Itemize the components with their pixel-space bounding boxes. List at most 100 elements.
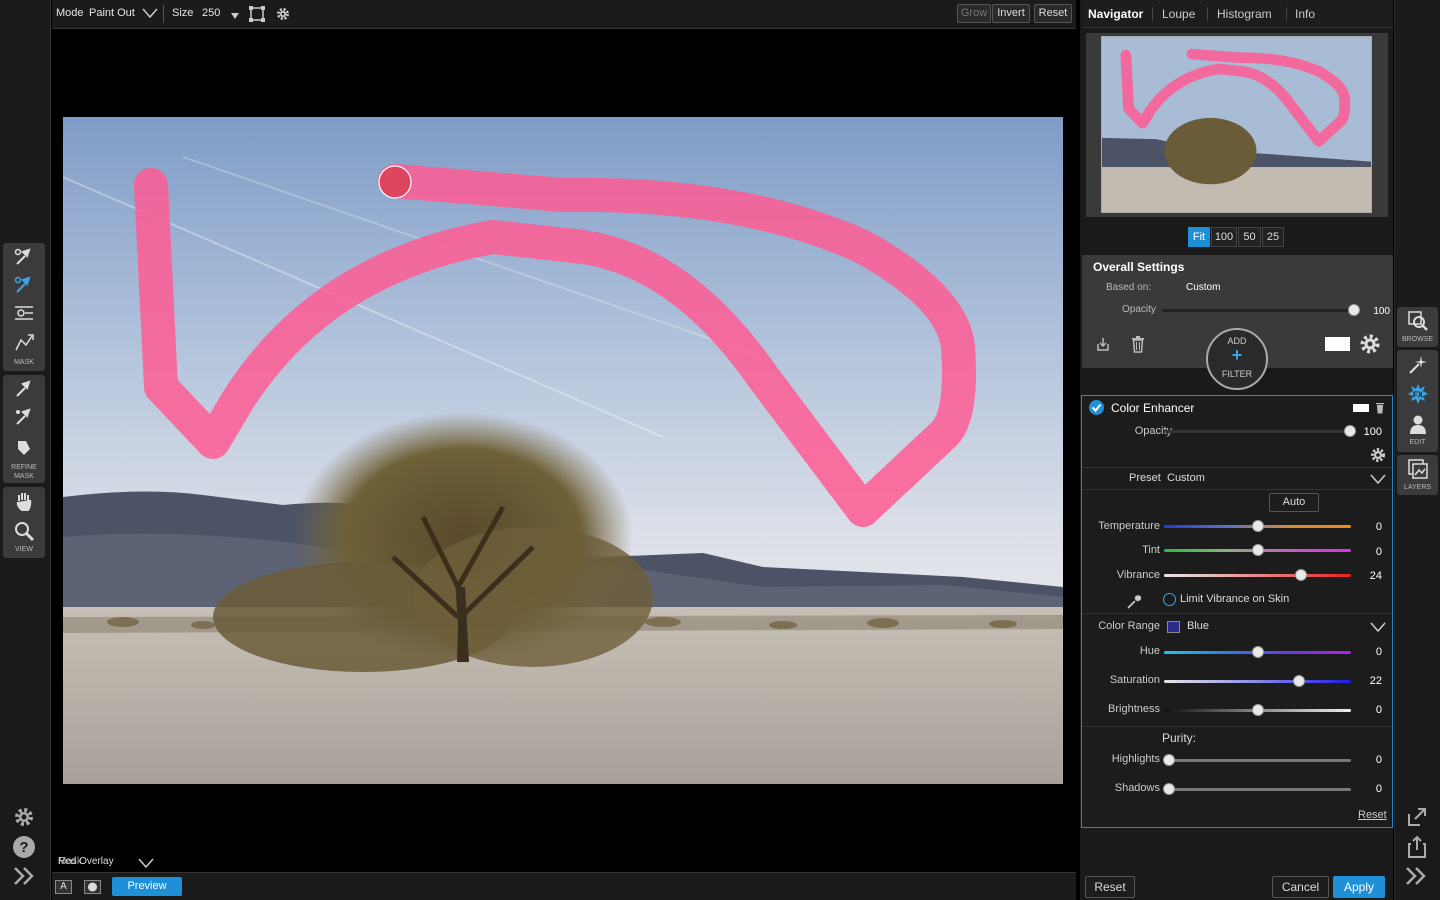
temperature-value: 0 [1375,521,1382,533]
develop-icon[interactable] [1397,352,1438,378]
brush-tool-icon[interactable] [3,243,45,271]
size-value[interactable]: 250 [202,7,220,19]
brush-settings-gear-icon[interactable] [276,7,290,24]
expand-panel-icon[interactable] [12,864,36,888]
photo-preview[interactable] [63,117,1063,784]
color-range-value[interactable]: Blue [1187,620,1209,632]
help-icon[interactable]: ? [12,835,36,859]
overall-settings-panel: Overall Settings Based on: Custom Opacit… [1082,255,1393,390]
portrait-icon[interactable] [1397,411,1438,437]
temperature-label: Temperature [1098,520,1160,532]
refine-perfect-brush-icon[interactable] [3,403,45,431]
brightness-label: Brightness [1108,703,1160,715]
open-external-icon[interactable] [1406,806,1428,828]
zoom-tool-icon[interactable] [3,517,45,545]
before-after-toggle[interactable]: A [55,880,72,894]
tint-knob[interactable] [1252,544,1264,556]
plus-icon: + [1231,345,1243,365]
shadows-label: Shadows [1114,782,1160,794]
apply-button[interactable]: Apply [1333,876,1385,898]
edit-module[interactable]: FX EDIT [1397,350,1438,452]
save-preset-icon[interactable] [1095,336,1111,355]
auto-button[interactable]: Auto [1269,493,1319,512]
filter-settings-gear-icon[interactable] [1370,447,1386,466]
filter-trash-icon[interactable] [1375,402,1385,417]
share-icon[interactable] [1406,835,1428,859]
delete-trash-icon[interactable] [1130,335,1146,356]
perfect-brush-icon[interactable] [3,271,45,299]
fx-label: FX [1412,391,1423,400]
shadows-knob[interactable] [1163,783,1175,795]
layers-label: LAYERS [1403,484,1432,491]
overall-opacity-track[interactable] [1162,309,1354,312]
tab-histogram[interactable]: Histogram [1217,7,1272,21]
bottom-bar [52,872,1076,900]
tab-navigator[interactable]: Navigator [1088,7,1143,21]
limit-vibrance-radio[interactable] [1163,593,1176,606]
grow-button[interactable]: Grow [957,4,991,23]
collapse-panel-icon[interactable] [1404,864,1428,888]
refine-brush-icon[interactable] [3,375,45,403]
zoom-25-button[interactable]: 25 [1262,227,1284,247]
gradient-tool-icon[interactable] [3,299,45,327]
refine-mask-label: REFINE MASK [11,464,37,480]
invert-button[interactable]: Invert [992,4,1030,23]
filter-opacity-track[interactable] [1164,430,1350,433]
overlay-dropdown-chevron-icon[interactable] [138,858,154,871]
layer-mask-thumbnail[interactable] [1325,337,1350,351]
size-dropdown-arrow-icon[interactable] [231,10,239,22]
lasso-mask-icon[interactable] [3,329,45,357]
mode-dropdown-chevron-icon[interactable] [142,7,158,22]
browse-module[interactable]: BROWSE [1397,307,1438,347]
filter-opacity-knob[interactable] [1344,425,1356,437]
overlay-mode-label[interactable]: Red Overlay [58,856,114,867]
preview-button[interactable]: Preview [112,877,182,896]
color-range-chevron-icon[interactable] [1370,622,1386,635]
reset-mask-button[interactable]: Reset [1034,4,1072,23]
highlights-track[interactable] [1164,759,1351,762]
hue-label: Hue [1139,645,1160,657]
filter-mask-thumbnail[interactable] [1353,404,1369,412]
saturation-track[interactable] [1164,680,1351,683]
filter-enabled-check-icon[interactable] [1089,400,1104,415]
reset-button[interactable]: Reset [1085,876,1135,898]
tab-divider [1286,7,1287,21]
mask-view-icon[interactable] [84,880,101,894]
navigator-thumbnail[interactable] [1101,36,1372,213]
saturation-label: Saturation [1109,674,1160,686]
vibrance-knob[interactable] [1295,569,1307,581]
overall-opacity-knob[interactable] [1348,304,1360,316]
vibrance-track[interactable] [1164,574,1351,577]
filter-reset-link[interactable]: Reset [1358,809,1387,821]
shadows-value: 0 [1375,783,1382,795]
highlights-knob[interactable] [1163,754,1175,766]
layers-module[interactable]: LAYERS [1397,455,1438,495]
saturation-knob[interactable] [1293,675,1305,687]
color-range-swatch[interactable] [1167,621,1180,633]
effects-icon[interactable]: FX [1397,381,1438,407]
section-divider [1082,613,1392,614]
add-filter-button[interactable]: ADD + FILTER [1206,328,1268,390]
limit-vibrance-label[interactable]: Limit Vibrance on Skin [1180,593,1289,605]
tab-info[interactable]: Info [1295,7,1315,21]
brush-shape-icon[interactable] [249,6,265,25]
preset-chevron-icon[interactable] [1370,474,1386,487]
settings-gear-icon[interactable] [12,805,36,829]
zoom-50-button[interactable]: 50 [1238,227,1261,247]
temperature-knob[interactable] [1252,520,1264,532]
tab-loupe[interactable]: Loupe [1162,7,1195,21]
shadows-track[interactable] [1164,788,1351,791]
eyedropper-icon[interactable] [1126,594,1142,613]
hand-tool-icon[interactable] [3,487,45,515]
filter-opacity-value: 100 [1363,426,1382,438]
cancel-button[interactable]: Cancel [1272,876,1329,898]
overall-settings-gear-icon[interactable] [1359,333,1381,358]
zoom-100-button[interactable]: 100 [1211,227,1237,247]
based-on-value[interactable]: Custom [1186,282,1220,293]
brightness-knob[interactable] [1252,704,1264,716]
zoom-fit-button[interactable]: Fit [1188,227,1210,247]
mode-value[interactable]: Paint Out [89,7,135,19]
preset-value[interactable]: Custom [1167,472,1205,484]
chisel-tool-icon[interactable] [3,433,45,461]
hue-knob[interactable] [1252,646,1264,658]
